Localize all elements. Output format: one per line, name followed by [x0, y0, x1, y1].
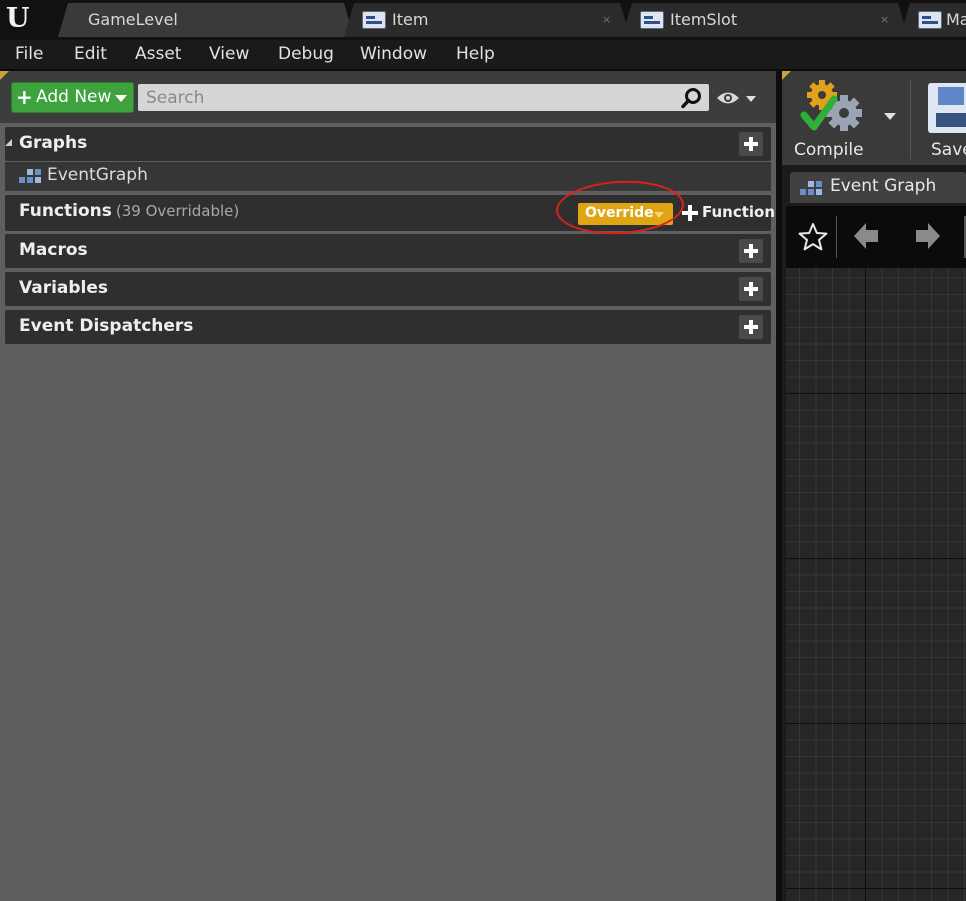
menu-window[interactable]: Window	[360, 44, 427, 64]
toolbar-divider	[836, 216, 837, 258]
event-graph-icon	[19, 169, 41, 183]
variables-title: Variables	[19, 278, 109, 298]
eye-icon[interactable]	[716, 90, 740, 106]
overridable-count: (39 Overridable)	[115, 202, 240, 220]
menu-bar: File Edit Asset View Debug Window Help	[0, 40, 966, 70]
widget-blueprint-icon	[362, 11, 386, 29]
eventgraph-label: EventGraph	[47, 165, 148, 185]
widget-blueprint-icon	[640, 11, 664, 29]
menu-view[interactable]: View	[209, 44, 249, 64]
tab-gamelevel[interactable]: GameLevel	[58, 3, 354, 37]
add-new-label: Add New	[36, 87, 112, 107]
graphs-title: Graphs	[19, 133, 88, 153]
compile-options-caret-icon[interactable]	[884, 113, 896, 120]
event-dispatchers-section-header[interactable]: Event Dispatchers	[5, 310, 771, 344]
view-options-caret-icon[interactable]	[746, 96, 756, 102]
add-new-button[interactable]: + Add New	[11, 82, 134, 113]
menu-debug[interactable]: Debug	[278, 44, 334, 64]
tab-label: GameLevel	[88, 10, 178, 29]
event-graph-icon	[800, 181, 822, 195]
plus-icon	[682, 205, 698, 221]
back-arrow-icon[interactable]	[852, 220, 880, 252]
compile-button[interactable]: Compile	[790, 77, 910, 163]
functions-title-text: Functions	[19, 201, 112, 221]
menu-file[interactable]: File	[15, 44, 43, 64]
expand-arrow-icon[interactable]	[5, 139, 12, 146]
event-graph-canvas[interactable]	[786, 268, 966, 901]
tab-label: Item	[392, 10, 429, 29]
add-event-dispatcher-button[interactable]	[739, 315, 763, 339]
tab-item[interactable]: Item ×	[344, 3, 630, 37]
save-button[interactable]: Save	[922, 77, 966, 163]
unreal-logo-icon[interactable]: U	[6, 3, 42, 35]
add-graph-button[interactable]	[739, 132, 763, 156]
graphs-section-header[interactable]: Graphs	[5, 127, 771, 161]
panel-corner-marker	[0, 71, 9, 80]
tab-label: Ma	[946, 10, 966, 29]
tab-close-icon[interactable]: ×	[880, 13, 889, 26]
toolbar-divider	[910, 79, 911, 159]
tab-ma[interactable]: Ma	[900, 3, 966, 37]
forward-arrow-icon[interactable]	[914, 220, 942, 252]
my-blueprint-toolbar: + Add New	[0, 71, 776, 123]
tab-close-icon[interactable]: ×	[602, 13, 611, 26]
macros-section-header[interactable]: Macros	[5, 234, 771, 268]
functions-title: Functions (39 Overridable)	[19, 201, 239, 221]
tab-itemslot[interactable]: ItemSlot ×	[622, 3, 908, 37]
graph-editor-panel: Compile Save Event Graph	[782, 71, 966, 901]
menu-edit[interactable]: Edit	[74, 44, 107, 64]
add-macro-button[interactable]	[739, 239, 763, 263]
save-label: Save	[931, 140, 966, 160]
tab-label: ItemSlot	[670, 10, 738, 29]
add-function-button[interactable]: Function	[681, 202, 775, 224]
menu-asset[interactable]: Asset	[135, 44, 181, 64]
caret-down-icon	[115, 95, 127, 102]
save-disk-icon	[928, 83, 966, 133]
widget-blueprint-icon	[918, 11, 942, 29]
blueprint-toolbar: Compile Save	[782, 71, 966, 165]
star-icon[interactable]	[798, 222, 828, 252]
document-tab-bar: U GameLevel Item × ItemSlot × Ma	[0, 0, 966, 40]
function-label: Function	[702, 203, 776, 221]
plus-icon: +	[16, 85, 33, 109]
add-variable-button[interactable]	[739, 277, 763, 301]
search-box	[138, 84, 709, 111]
compile-label: Compile	[794, 140, 864, 160]
compile-gears-icon	[800, 80, 862, 131]
tab-event-graph[interactable]: Event Graph	[790, 172, 966, 203]
event-dispatchers-title: Event Dispatchers	[19, 316, 194, 336]
variables-section-header[interactable]: Variables	[5, 272, 771, 306]
search-input[interactable]	[138, 84, 678, 111]
event-graph-tab-label: Event Graph	[830, 176, 937, 196]
graph-navigation-toolbar	[786, 206, 966, 268]
search-icon[interactable]	[681, 87, 703, 109]
menu-help[interactable]: Help	[456, 44, 495, 64]
macros-title: Macros	[19, 240, 88, 260]
